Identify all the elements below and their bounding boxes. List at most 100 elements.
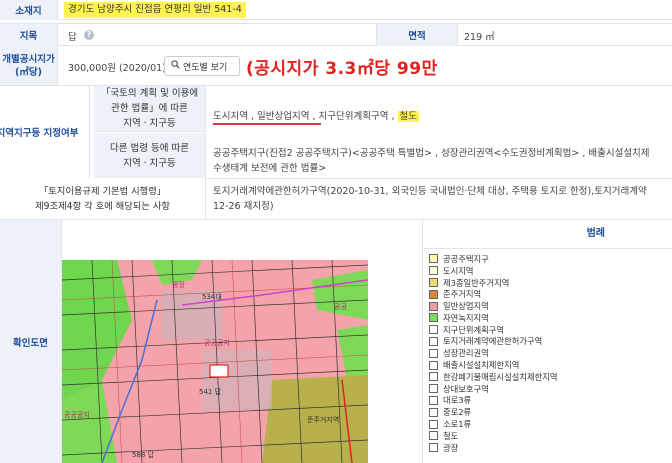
map-section: 확인도면 534대 541 답 공공 광장 공공공지 준주거지역 588 답 공… [0, 220, 672, 463]
law1-header-line2: 관한 법률」에 따른 [111, 103, 188, 114]
legend-swatch [429, 395, 438, 405]
legend-label: 토지거래계약에관한허가구역 [443, 336, 543, 347]
legend-label: 자연녹지지역 [443, 312, 489, 323]
area-header: 면적 [376, 24, 458, 46]
legend-label: 지구단위계획구역 [443, 324, 505, 335]
map-drawing [62, 260, 368, 463]
map-label-541: 541 답 [199, 388, 222, 396]
price-header-line2: (㎡당) [15, 66, 42, 78]
price-value: 300,000원 (2020/01) [68, 63, 166, 74]
legend-label: 광장 [443, 442, 459, 453]
legend-label: 일반상업지역 [443, 301, 489, 312]
law1-values: 도시지역 , 일반상업지역 , 지구단위계획구역 , 철도 [213, 111, 420, 122]
map-label-public: 공공 [334, 303, 347, 311]
legend-label: 성장관리권역 [443, 348, 489, 359]
land-row: 지목 답 ? 면적 219 ㎡ [0, 23, 672, 46]
location-value: 경기도 남양주시 진접읍 연평리 일반 541-4 [64, 2, 246, 18]
enforcement-value-line1: 토지거래계약에관한허가구역(2020-10-31, 외국인등 국내법인·단체 대… [213, 186, 647, 197]
law2-value: 공공주택지구(진접2 공공주택지구)<공공주택 특별법> , 성장관리권역<수도… [213, 146, 672, 176]
law1-header-line1: 「국토의 계획 및 이용에 [100, 88, 199, 99]
enforcement-header: 「토지이용규제 기본법 시행령」 제9조제4항 각 호에 해당되는 사항 [0, 178, 206, 219]
law2-value-line1: 공공주택지구(진접2 공공주택지구)<공공주택 특별법> , 성장관리권역<수도… [213, 148, 650, 159]
legend-item: 일반상업지역 [429, 300, 672, 312]
legend-swatch [429, 443, 438, 453]
legend-swatch [429, 325, 438, 335]
map-label-534: 534대 [202, 293, 222, 301]
zoning-section: 지역지구등 지정여부 「국토의 계획 및 이용에 관한 법률」에 따른 지역ㆍ지… [0, 86, 672, 179]
law2-header-line1: 다른 법령 등에 따른 [110, 142, 189, 154]
legend-item: 성장관리권역 [429, 347, 672, 359]
legend-item: 지구단위계획구역 [429, 324, 672, 336]
zone-item-district-plan: 지구단위계획구역 [318, 111, 389, 122]
location-header: 소재지 [0, 0, 58, 20]
legend-item: 토지거래계약에관한허가구역 [429, 336, 672, 348]
legend-swatch [429, 348, 438, 358]
red-underline [213, 123, 321, 125]
price-header: 개별공시지가 (㎡당) [0, 46, 58, 85]
legend-label: 한강폐기물매립시설설치제한지역 [443, 371, 558, 382]
help-icon[interactable]: ? [84, 30, 94, 40]
zone-item-urban: 도시지역 [213, 111, 248, 122]
yearly-view-label: 연도별 보기 [183, 62, 228, 73]
legend-swatch [429, 431, 438, 441]
zone-item-commercial: 일반상업지역 [257, 111, 310, 122]
legend-title: 범례 [423, 220, 672, 249]
map-label-588: 588 답 [132, 451, 155, 459]
law2-header-line2: 지역ㆍ지구등 [123, 157, 176, 169]
legend-item: 도시지역 [429, 265, 672, 277]
legend-item: 배출시설설치제한지역 [429, 359, 672, 371]
price-header-line1: 개별공시지가 [2, 53, 55, 65]
legend-label: 철도 [443, 430, 459, 441]
map-label-square: 광장 [172, 281, 185, 289]
price-annotation: (공시지가 3.3㎡당 99만 [246, 59, 438, 79]
legend-item: 광장 [429, 442, 672, 454]
legend-item: 제3종일반주거지역 [429, 277, 672, 289]
legend-item: 한강폐기물매립시설설치제한지역 [429, 371, 672, 383]
legend-swatch [429, 384, 438, 394]
price-row: 개별공시지가 (㎡당) 300,000원 (2020/01) 연도별 보기 (공… [0, 46, 672, 86]
zoning-header: 지역지구등 지정여부 [0, 86, 90, 178]
confirmation-map[interactable]: 534대 541 답 공공 광장 공공공지 준주거지역 588 답 공공공지 [62, 260, 368, 463]
legend-swatch [429, 277, 438, 287]
legend-item: 자연녹지지역 [429, 312, 672, 324]
law2-header: 다른 법령 등에 따른 지역ㆍ지구등 [94, 133, 206, 178]
legend-item: 중로2류 [429, 406, 672, 418]
legend-label: 대로3류 [443, 395, 472, 406]
legend-item: 철도 [429, 430, 672, 442]
legend-swatch [429, 254, 438, 264]
legend-swatch [429, 407, 438, 417]
legend-label: 소로1류 [443, 419, 472, 430]
legend-label: 상대보호구역 [443, 383, 489, 394]
legend-swatch [429, 419, 438, 429]
legend-swatch [429, 301, 438, 311]
legend-label: 도시지역 [443, 265, 474, 276]
legend-label: 준주거지역 [443, 289, 482, 300]
legend-swatch [429, 266, 438, 276]
legend-swatch [429, 336, 438, 346]
legend-item: 공공주택지구 [429, 253, 672, 265]
legend-item: 대로3류 [429, 395, 672, 407]
map-header: 확인도면 [0, 220, 62, 463]
law1-header: 「국토의 계획 및 이용에 관한 법률」에 따른 지역ㆍ지구등 [94, 86, 206, 132]
enforcement-header-line1: 「토지이용규제 기본법 시행령」 [38, 185, 167, 197]
legend-list: 공공주택지구 도시지역 제3종일반주거지역 준주거지역 일반상업지역 자연녹지지역 지구단위… [423, 253, 672, 454]
category-header: 지목 [0, 24, 58, 46]
yearly-view-button[interactable]: 연도별 보기 [164, 56, 240, 76]
legend-label: 제3종일반주거지역 [443, 277, 510, 288]
law1-header-line3: 지역ㆍ지구등 [123, 118, 176, 129]
search-icon [171, 60, 180, 72]
legend-swatch [429, 372, 438, 382]
law2-value-line2: 수생태계 보전에 관한 법률> [213, 163, 327, 174]
category-value: 답 [68, 32, 77, 43]
legend-label: 배출시설설치제한지역 [443, 360, 520, 371]
legend-item: 준주거지역 [429, 288, 672, 300]
legend-label: 중로2류 [443, 407, 472, 418]
legend-swatch [429, 289, 438, 299]
legend-swatch [429, 313, 438, 323]
legend-item: 상대보호구역 [429, 383, 672, 395]
zone-item-railway: 철도 [397, 111, 420, 122]
map-label-public-space-2: 공공공지 [64, 411, 90, 419]
legend-panel: 범례 공공주택지구 도시지역 제3종일반주거지역 준주거지역 일반상업지역 자연녹지지역 지… [422, 220, 672, 463]
area-value: 219 ㎡ [464, 32, 495, 43]
legend-label: 공공주택지구 [443, 253, 489, 264]
